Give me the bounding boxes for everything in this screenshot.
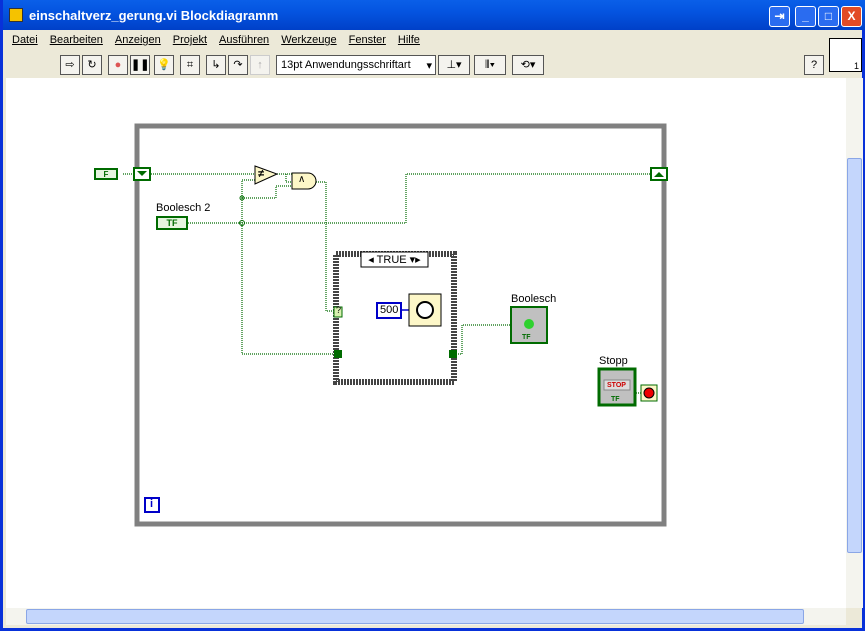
maximize-button[interactable]: □: [818, 6, 839, 27]
stopp-label: Stopp: [599, 355, 628, 367]
minimize-button[interactable]: _: [795, 6, 816, 27]
chevron-down-icon: ▾: [426, 60, 432, 72]
case-selector-label: TRUE: [376, 254, 407, 266]
vertical-scrollbar[interactable]: [846, 78, 863, 608]
horizontal-scroll-thumb[interactable]: [26, 609, 804, 624]
menu-projekt[interactable]: Projekt: [167, 31, 213, 50]
step-into-icon[interactable]: ↳: [206, 55, 226, 75]
boolesch-tf: TF: [522, 334, 531, 341]
stopp-tf: TF: [611, 396, 620, 403]
menu-bar: Datei Bearbeiten Anzeigen Projekt Ausfüh…: [6, 31, 426, 50]
vi-icon[interactable]: 1: [829, 38, 862, 72]
font-dropdown[interactable]: 13pt Anwendungsschriftart ▾: [276, 55, 436, 75]
abort-icon[interactable]: ●: [108, 55, 128, 75]
run-continuously-icon[interactable]: ↻: [82, 55, 102, 75]
led-icon: [524, 319, 534, 329]
case-tunnel-out: [449, 350, 457, 358]
reorder-icon[interactable]: ⟲▾: [512, 55, 544, 75]
horizontal-scrollbar[interactable]: [6, 608, 846, 625]
distribute-objects-icon[interactable]: ⫴▾: [474, 55, 506, 75]
window-title: einschaltverz_gerung.vi Blockdiagramm: [29, 7, 279, 23]
case-terminal-symbol: ?: [336, 305, 342, 315]
boolesch2-label: Boolesch 2: [156, 202, 211, 214]
boolesch-label: Boolesch: [511, 293, 557, 305]
wait-constant[interactable]: 500: [376, 302, 403, 319]
step-over-icon[interactable]: ↷: [228, 55, 248, 75]
iteration-symbol: i: [150, 498, 154, 510]
restore-panel-button[interactable]: ⇥: [769, 6, 790, 27]
font-value: 13pt Anwendungsschriftart: [281, 59, 411, 71]
context-help-button[interactable]: ?: [804, 55, 824, 75]
title-bar: einschaltverz_gerung.vi Blockdiagramm ⇥ …: [3, 0, 865, 30]
false-constant[interactable]: F: [94, 168, 118, 180]
vertical-scroll-thumb[interactable]: [847, 158, 862, 553]
case-tunnel-in: [334, 350, 342, 358]
menu-hilfe[interactable]: Hilfe: [392, 31, 426, 50]
menu-datei[interactable]: Datei: [6, 31, 44, 50]
stop-button-text: STOP: [607, 382, 626, 389]
menu-ausfuehren[interactable]: Ausführen: [213, 31, 275, 50]
pause-icon[interactable]: ❚❚: [130, 55, 150, 75]
run-arrow-icon[interactable]: ⇨: [60, 55, 80, 75]
labview-app-icon: [9, 8, 23, 22]
close-button[interactable]: X: [841, 6, 862, 27]
align-objects-icon[interactable]: ⊥▾: [438, 55, 470, 75]
highlight-execution-icon[interactable]: 💡: [154, 55, 174, 75]
retain-wire-values-icon[interactable]: ⌗: [180, 55, 200, 75]
menu-bearbeiten[interactable]: Bearbeiten: [44, 31, 109, 50]
menu-fenster[interactable]: Fenster: [343, 31, 392, 50]
labview-window: einschaltverz_gerung.vi Blockdiagramm ⇥ …: [0, 0, 865, 631]
and-symbol: ∧: [298, 174, 306, 185]
stop-if-true-icon: [643, 387, 655, 399]
menu-anzeigen[interactable]: Anzeigen: [109, 31, 167, 50]
connector-number: 1: [853, 61, 859, 71]
not-equal-symbol: ≠: [258, 168, 265, 180]
block-diagram-canvas[interactable]: F Boolesch 2 TF ≠ ∧ ◂ TRUE ▾▸ ? 500 Bool…: [6, 78, 846, 608]
diagram-svg: [123, 123, 668, 527]
case-selector-value[interactable]: ◂ TRUE ▾▸: [361, 253, 428, 266]
boolesch2-control[interactable]: TF: [156, 216, 188, 230]
watch-icon: [416, 301, 434, 319]
toolbar: ⇨ ↻ ● ❚❚ 💡 ⌗ ↳ ↷ ↑ 13pt Anwendungsschrif…: [6, 52, 826, 78]
step-out-icon[interactable]: ↑: [250, 55, 270, 75]
menu-werkzeuge[interactable]: Werkzeuge: [275, 31, 342, 50]
